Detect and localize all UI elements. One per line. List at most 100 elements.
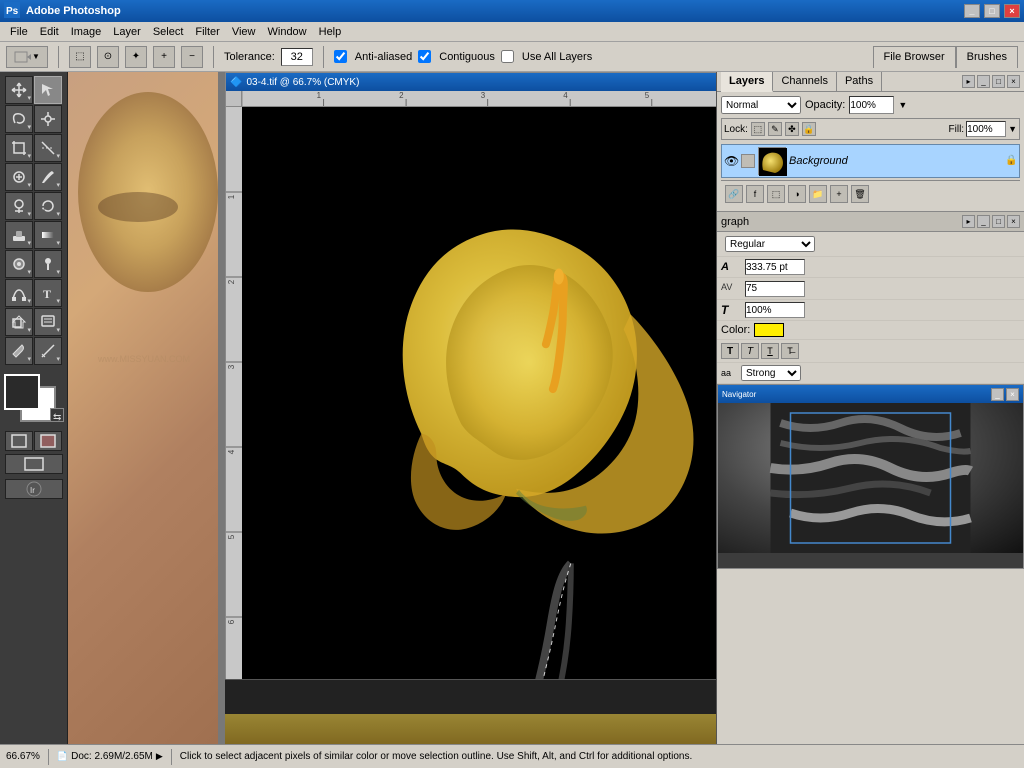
fill-input[interactable] — [966, 121, 1006, 137]
layer-visibility-btn[interactable]: 👁 — [724, 154, 738, 168]
use-all-layers-checkbox[interactable] — [501, 50, 514, 63]
menu-file[interactable]: File — [4, 24, 34, 40]
lasso-btn[interactable]: ⊙ — [97, 46, 119, 68]
screen-mode-btn[interactable] — [5, 454, 63, 474]
notes-tool[interactable]: ▾ — [34, 308, 62, 336]
file-browser-btn[interactable]: File Browser — [873, 46, 956, 68]
menu-help[interactable]: Help — [313, 24, 348, 40]
layers-close-btn[interactable]: × — [1007, 75, 1020, 88]
shape-tool[interactable]: ▾ — [5, 308, 33, 336]
move-tool[interactable]: ▾ — [5, 76, 33, 104]
history-tool[interactable]: ▾ — [34, 192, 62, 220]
layers-arrow-btn[interactable]: ▸ — [962, 75, 975, 88]
minimize-btn[interactable]: _ — [964, 4, 980, 18]
brush-tool[interactable]: ▾ — [34, 163, 62, 191]
menu-image[interactable]: Image — [65, 24, 108, 40]
layers-tab[interactable]: Layers — [721, 72, 773, 92]
text-color-swatch[interactable] — [754, 323, 784, 337]
menu-edit[interactable]: Edit — [34, 24, 65, 40]
opacity-arrow[interactable]: ▼ — [898, 100, 907, 110]
magic-wand-tool[interactable] — [34, 105, 62, 133]
doc-size-indicator[interactable]: 📄 Doc: 2.69M/2.65M ▶ — [57, 751, 163, 762]
menu-view[interactable]: View — [226, 24, 262, 40]
lock-transparent-btn[interactable]: ⬚ — [751, 122, 765, 136]
layers-max-btn[interactable]: □ — [992, 75, 1005, 88]
quickmask-btn[interactable] — [34, 431, 62, 451]
background-layer-item[interactable]: 👁 — [721, 144, 1020, 178]
font-size-row: A — [717, 257, 1024, 278]
dodge-tool[interactable]: ▾ — [34, 250, 62, 278]
tool-preset-btn[interactable]: ▼ — [6, 46, 48, 68]
italic-btn[interactable]: T — [741, 343, 759, 359]
swap-colors-btn[interactable]: ⇆ — [50, 408, 64, 422]
tolerance-input[interactable] — [281, 48, 313, 66]
type-tool[interactable]: T ▾ — [34, 279, 62, 307]
blend-mode-row: Normal Opacity: ▼ — [721, 96, 1020, 114]
contiguous-checkbox[interactable] — [418, 50, 431, 63]
jump-to-imageready-btn[interactable]: Ir — [5, 479, 63, 499]
fill-arrow[interactable]: ▼ — [1008, 124, 1017, 134]
nav-min-btn[interactable]: _ — [991, 388, 1004, 401]
magic-wand-btn[interactable]: ✦ — [125, 46, 147, 68]
channels-tab[interactable]: Channels — [773, 72, 836, 92]
selection-tool[interactable] — [34, 76, 62, 104]
path-tool[interactable]: ▾ — [5, 279, 33, 307]
subtract-sel-btn[interactable]: − — [181, 46, 203, 68]
gradient-tool[interactable]: ▾ — [34, 221, 62, 249]
close-btn[interactable]: × — [1004, 4, 1020, 18]
char-close-btn[interactable]: × — [1007, 215, 1020, 228]
menu-filter[interactable]: Filter — [189, 24, 225, 40]
svg-text:5: 5 — [227, 534, 236, 539]
lock-all-btn[interactable]: 🔒 — [802, 122, 816, 136]
layers-min-btn[interactable]: _ — [977, 75, 990, 88]
maximize-btn[interactable]: □ — [984, 4, 1000, 18]
eraser-tool[interactable]: ▾ — [5, 221, 33, 249]
char-arrow-btn[interactable]: ▸ — [962, 215, 975, 228]
standard-mode-btn[interactable] — [5, 431, 33, 451]
layer-link-btn[interactable] — [741, 154, 755, 168]
marquee-btn[interactable]: ⬚ — [69, 46, 91, 68]
lock-position-btn[interactable]: ✤ — [785, 122, 799, 136]
layer-fx-btn[interactable]: f — [746, 185, 764, 203]
heal-tool[interactable]: ▾ — [5, 163, 33, 191]
bold-btn[interactable]: T — [721, 343, 739, 359]
slice-tool[interactable]: ▾ — [34, 134, 62, 162]
char-min-btn[interactable]: _ — [977, 215, 990, 228]
eyedropper-tool[interactable]: ▾ — [5, 337, 33, 365]
menu-window[interactable]: Window — [262, 24, 313, 40]
new-layer-btn[interactable]: + — [830, 185, 848, 203]
blend-mode-select[interactable]: Normal — [721, 96, 801, 114]
menu-layer[interactable]: Layer — [107, 24, 147, 40]
measure-tool[interactable]: ▾ — [34, 337, 62, 365]
underline-btn[interactable]: T — [761, 343, 779, 359]
font-style-select[interactable]: Regular — [725, 236, 815, 252]
leading-input[interactable] — [745, 281, 805, 297]
aa-select[interactable]: Strong — [741, 365, 801, 381]
lock-image-btn[interactable]: ✎ — [768, 122, 782, 136]
scale-input[interactable] — [745, 302, 805, 318]
strikethrough-btn[interactable]: T̶ — [781, 343, 799, 359]
delete-layer-btn[interactable]: 🗑 — [851, 185, 869, 203]
layer-link-icon-btn[interactable]: 🔗 — [725, 185, 743, 203]
canvas[interactable] — [242, 107, 716, 711]
crop-tool[interactable]: ▾ — [5, 134, 33, 162]
add-to-sel-btn[interactable]: + — [153, 46, 175, 68]
paths-tab[interactable]: Paths — [837, 72, 882, 92]
lasso-tool[interactable]: ▾ ▾ — [5, 105, 33, 133]
navigator-thumbnail[interactable] — [718, 403, 1023, 553]
layer-adj-btn[interactable]: ◑ — [788, 185, 806, 203]
opacity-input[interactable] — [849, 96, 894, 114]
anti-aliased-checkbox[interactable] — [334, 50, 347, 63]
blur-tool[interactable]: ▾ — [5, 250, 33, 278]
font-size-input[interactable] — [745, 259, 805, 275]
doc-arrow[interactable]: ▶ — [156, 751, 163, 762]
layer-folder-btn[interactable]: 📁 — [809, 185, 827, 203]
brushes-btn[interactable]: Brushes — [956, 46, 1018, 68]
char-max-btn[interactable]: □ — [992, 215, 1005, 228]
clone-tool[interactable]: ▾ — [5, 192, 33, 220]
menu-select[interactable]: Select — [147, 24, 190, 40]
layer-mask-btn[interactable]: ⬚ — [767, 185, 785, 203]
nav-close-btn[interactable]: × — [1006, 388, 1019, 401]
foreground-color-swatch[interactable] — [4, 374, 40, 410]
svg-text:4: 4 — [563, 91, 568, 100]
